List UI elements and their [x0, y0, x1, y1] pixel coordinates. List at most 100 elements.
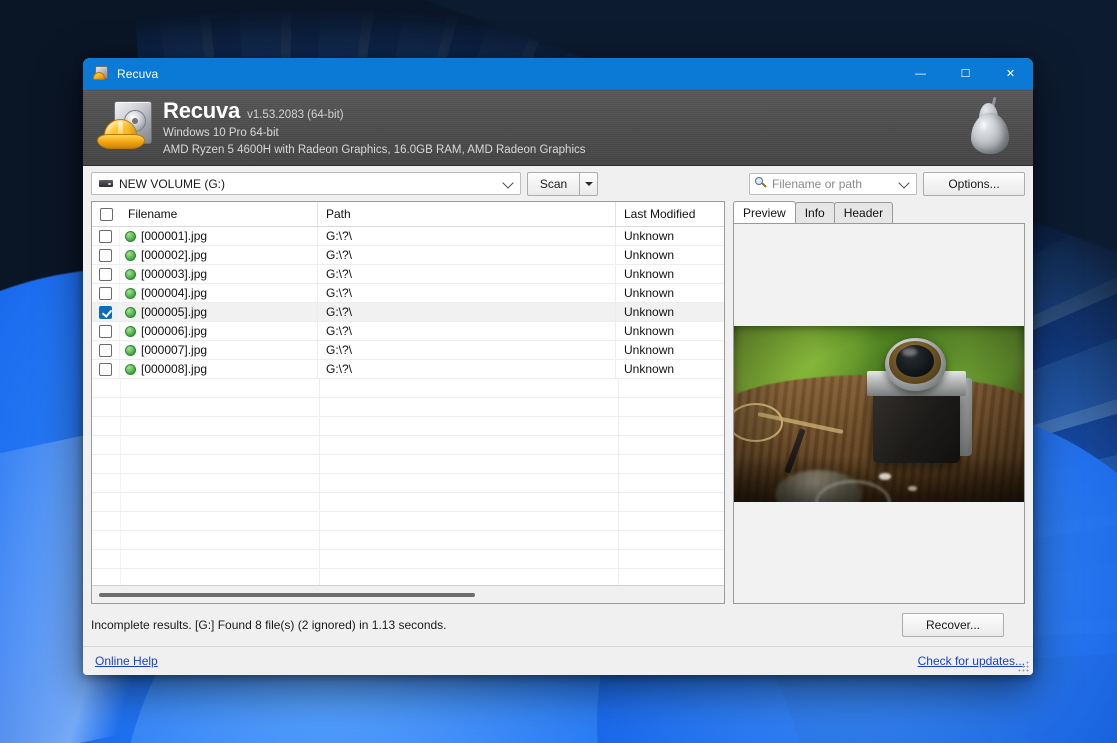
recover-button[interactable]: Recover... [902, 613, 1004, 637]
search-placeholder: Filename or path [772, 176, 863, 191]
row-checkbox-cell[interactable] [92, 360, 120, 378]
table-row[interactable]: [000007].jpg G:\?\ Unknown [92, 341, 724, 360]
state-green-icon [125, 249, 136, 261]
close-button[interactable]: ✕ [988, 58, 1033, 89]
preview-tabstrip: Preview Info Header [733, 201, 1025, 224]
cell-path: G:\?\ [318, 303, 616, 321]
row-checkbox[interactable] [99, 343, 112, 357]
row-checkbox[interactable] [99, 248, 112, 262]
file-list-panel: Filename Path Last Modified [000001].jpg… [91, 201, 725, 604]
cell-filename: [000004].jpg [120, 284, 318, 302]
row-checkbox[interactable] [99, 286, 112, 300]
main-content: Filename Path Last Modified [000001].jpg… [83, 201, 1033, 604]
row-checkbox-cell[interactable] [92, 227, 120, 245]
row-checkbox-cell[interactable] [92, 322, 120, 340]
drive-select-value: NEW VOLUME (G:) [119, 176, 226, 191]
horizontal-scrollbar[interactable] [92, 585, 724, 603]
magnifier-icon [755, 177, 768, 190]
app-version: v1.53.2083 (64-bit) [247, 108, 344, 121]
cell-filename: [000007].jpg [120, 341, 318, 359]
status-text: Incomplete results. [G:] Found 8 file(s)… [91, 618, 447, 632]
column-header-path[interactable]: Path [318, 202, 616, 226]
maximize-icon: ☐ [960, 68, 971, 80]
table-row[interactable]: [000006].jpg G:\?\ Unknown [92, 322, 724, 341]
recuva-icon [93, 65, 109, 82]
cell-filename: [000002].jpg [120, 246, 318, 264]
product-header: Recuva v1.53.2083 (64-bit) Windows 10 Pro… [83, 89, 1033, 166]
tab-info[interactable]: Info [794, 202, 835, 223]
state-green-icon [125, 230, 136, 242]
filename-text: [000008].jpg [141, 362, 208, 376]
select-all-checkbox[interactable] [99, 207, 113, 221]
table-row[interactable]: [000004].jpg G:\?\ Unknown [92, 284, 724, 303]
window-titlebar: Recuva — ☐ ✕ [83, 58, 1033, 89]
search-input[interactable]: Filename or path [749, 172, 917, 195]
empty-row [92, 531, 724, 550]
column-header-filename[interactable]: Filename [120, 202, 318, 226]
cell-last-modified: Unknown [624, 362, 675, 376]
row-checkbox-cell[interactable] [92, 246, 120, 264]
desktop-background: Recuva — ☐ ✕ Recuva v1.53.2083 (64-bit) … [0, 0, 1117, 743]
empty-row [92, 436, 724, 455]
scan-dropdown-button[interactable] [579, 171, 598, 196]
cell-last-modified: Unknown [624, 267, 675, 281]
close-icon: ✕ [1005, 68, 1016, 80]
empty-row [92, 379, 724, 398]
pear-icon [969, 96, 1011, 155]
resize-grip[interactable] [1018, 661, 1030, 673]
maximize-button[interactable]: ☐ [943, 58, 988, 89]
row-checkbox[interactable] [99, 324, 112, 338]
cell-filename: [000006].jpg [120, 322, 318, 340]
state-green-icon [125, 306, 136, 318]
column-header-last-modified[interactable]: Last Modified [616, 202, 724, 226]
drive-icon [99, 180, 113, 187]
state-green-icon [125, 363, 136, 375]
row-checkbox[interactable] [99, 229, 112, 243]
window-footer: Online Help Check for updates... [83, 646, 1033, 675]
minimize-button[interactable]: — [898, 58, 943, 89]
preview-body [733, 224, 1025, 604]
window-title: Recuva [117, 66, 159, 81]
scrollbar-thumb[interactable] [99, 592, 475, 597]
options-button[interactable]: Options... [923, 171, 1025, 196]
select-all-header[interactable] [92, 202, 120, 226]
row-checkbox-cell[interactable] [92, 303, 120, 321]
state-green-icon [125, 325, 136, 337]
filename-text: [000002].jpg [141, 248, 208, 262]
chevron-down-icon [502, 176, 514, 189]
table-row[interactable]: [000005].jpg G:\?\ Unknown [92, 303, 724, 322]
file-list-rows[interactable]: [000001].jpg G:\?\ Unknown [000002].jpg G:\?… [92, 227, 724, 585]
row-checkbox[interactable] [99, 305, 112, 319]
empty-row [92, 569, 724, 585]
cell-last-modified: Unknown [624, 343, 675, 357]
chevron-down-icon [898, 176, 910, 189]
table-row[interactable]: [000002].jpg G:\?\ Unknown [92, 246, 724, 265]
cell-filename: [000003].jpg [120, 265, 318, 283]
empty-row [92, 417, 724, 436]
app-name: Recuva [163, 97, 241, 123]
table-row[interactable]: [000001].jpg G:\?\ Unknown [92, 227, 724, 246]
row-checkbox-cell[interactable] [92, 265, 120, 283]
row-checkbox-cell[interactable] [92, 341, 120, 359]
row-checkbox[interactable] [99, 267, 112, 281]
table-row[interactable]: [000008].jpg G:\?\ Unknown [92, 360, 724, 379]
filename-text: [000004].jpg [141, 286, 208, 300]
tab-preview[interactable]: Preview [733, 201, 796, 223]
filename-text: [000005].jpg [141, 305, 208, 319]
cell-filename: [000005].jpg [120, 303, 318, 321]
row-checkbox-cell[interactable] [92, 284, 120, 302]
scan-button[interactable]: Scan [527, 171, 579, 196]
empty-row [92, 455, 724, 474]
scan-split-button: Scan [527, 171, 598, 196]
check-for-updates-link[interactable]: Check for updates... [918, 654, 1025, 668]
online-help-link[interactable]: Online Help [95, 654, 158, 668]
filename-text: [000001].jpg [141, 229, 208, 243]
header-text-block: Recuva v1.53.2083 (64-bit) Windows 10 Pro… [163, 97, 586, 157]
drive-select[interactable]: NEW VOLUME (G:) [91, 172, 521, 195]
empty-row [92, 398, 724, 417]
row-checkbox[interactable] [99, 362, 112, 376]
state-green-icon [125, 287, 136, 299]
tab-header[interactable]: Header [833, 202, 894, 223]
table-row[interactable]: [000003].jpg G:\?\ Unknown [92, 265, 724, 284]
file-list-header: Filename Path Last Modified [92, 202, 724, 227]
